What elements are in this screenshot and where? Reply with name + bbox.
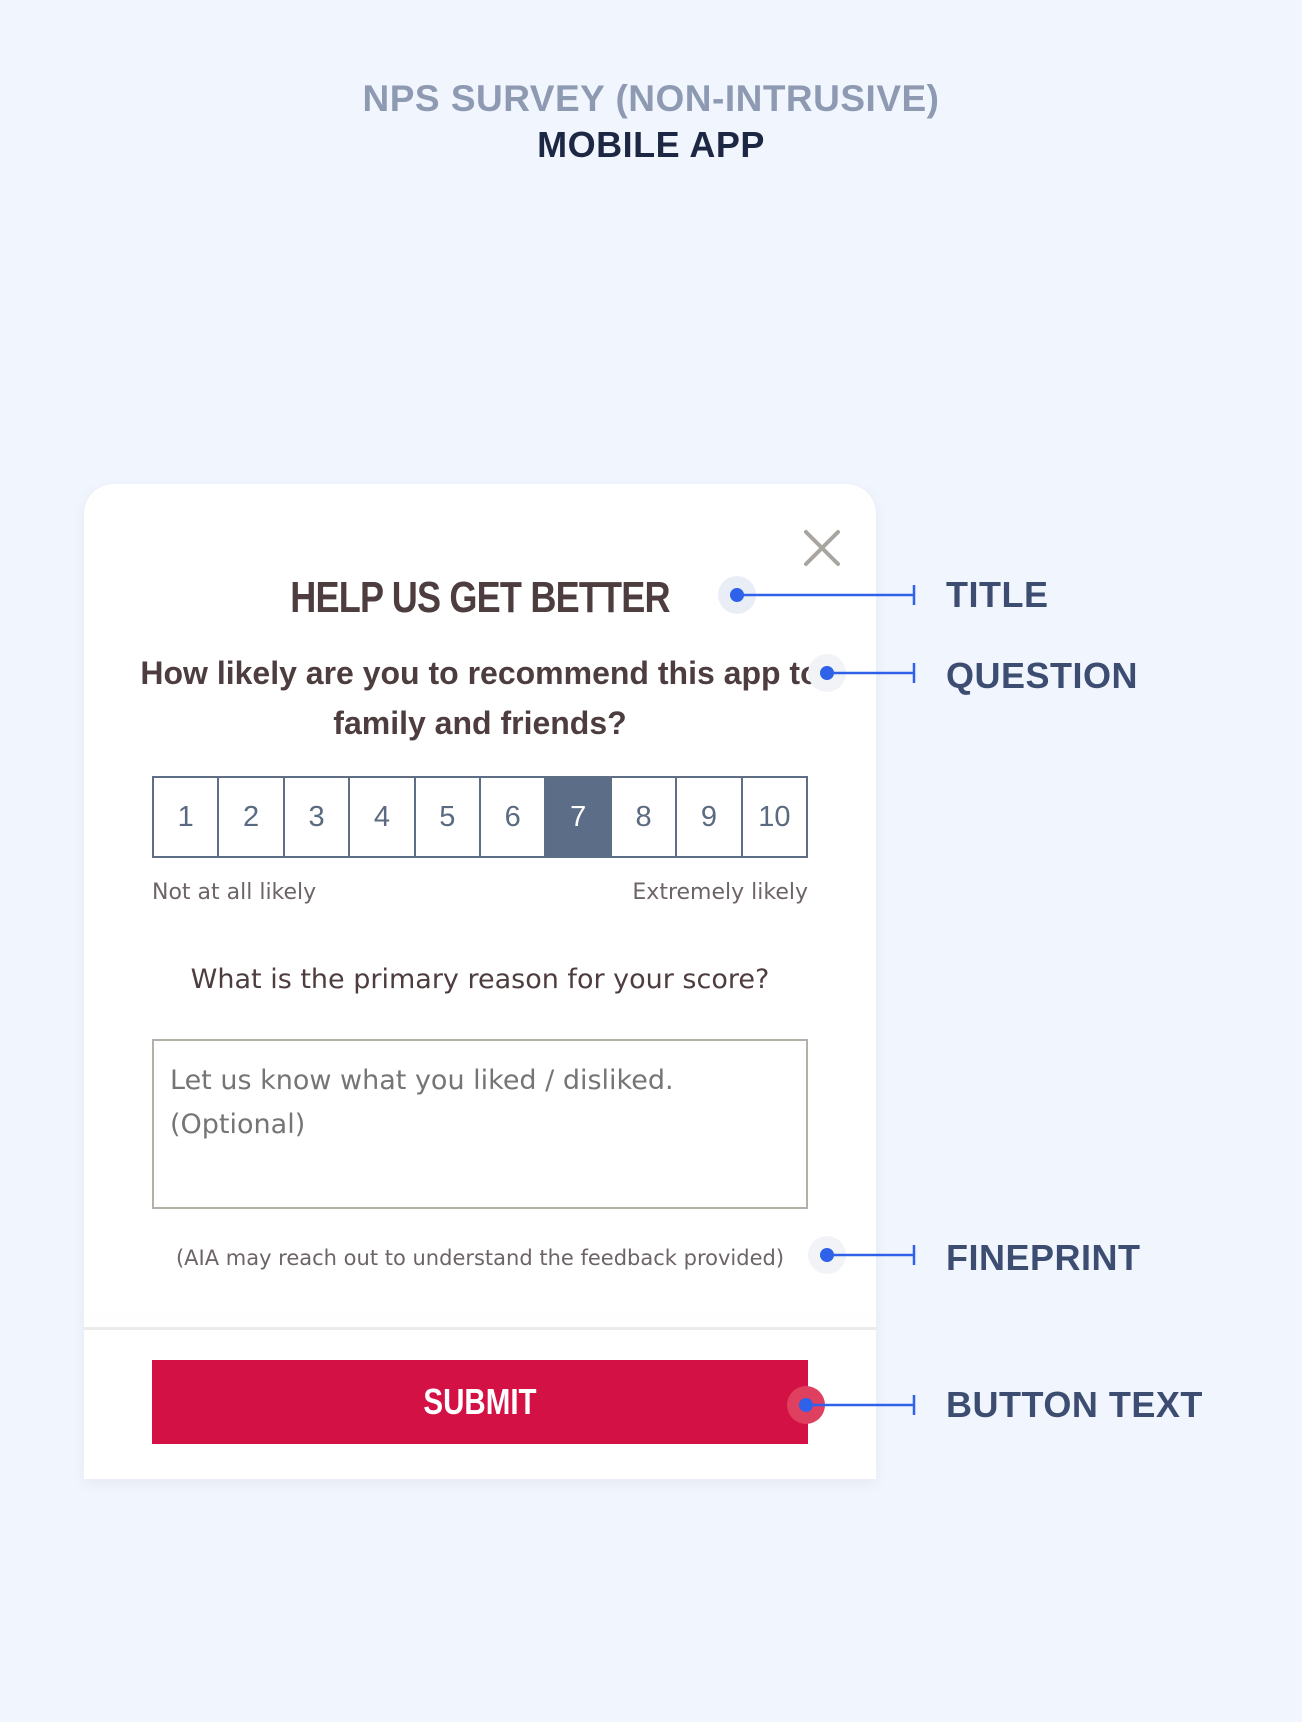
close-icon bbox=[804, 530, 840, 566]
survey-title: HELP US GET BETTER bbox=[290, 573, 670, 622]
scale-option-9[interactable]: 9 bbox=[675, 778, 740, 856]
annotation-question: QUESTION bbox=[946, 655, 1139, 696]
close-button[interactable] bbox=[798, 524, 846, 572]
nps-scale: 1 2 3 4 5 6 7 8 9 10 bbox=[152, 776, 808, 858]
scale-option-8[interactable]: 8 bbox=[609, 778, 675, 856]
scale-option-6[interactable]: 6 bbox=[479, 778, 544, 856]
submit-button[interactable]: SUBMIT bbox=[152, 1360, 808, 1444]
nps-survey-card: HELP US GET BETTER How likely are you to… bbox=[84, 484, 876, 1479]
annotation-button-text: BUTTON TEXT bbox=[946, 1384, 1203, 1425]
page-title: NPS SURVEY (NON-INTRUSIVE) bbox=[362, 78, 940, 119]
scale-max-label: Extremely likely bbox=[632, 880, 808, 905]
feedback-input[interactable] bbox=[152, 1039, 808, 1209]
scale-option-2[interactable]: 2 bbox=[217, 778, 282, 856]
page-header: NPS SURVEY (NON-INTRUSIVE) MOBILE APP bbox=[0, 76, 1302, 168]
annotation-fineprint: FINEPRINT bbox=[946, 1237, 1141, 1278]
survey-question: How likely are you to recommend this app… bbox=[140, 655, 820, 741]
scale-option-3[interactable]: 3 bbox=[282, 778, 348, 856]
scale-option-5[interactable]: 5 bbox=[413, 778, 479, 856]
scale-min-label: Not at all likely bbox=[152, 880, 317, 905]
scale-option-7[interactable]: 7 bbox=[544, 778, 610, 856]
reason-question: What is the primary reason for your scor… bbox=[190, 964, 770, 995]
scale-option-1[interactable]: 1 bbox=[154, 778, 217, 856]
scale-option-4[interactable]: 4 bbox=[348, 778, 413, 856]
scale-option-10[interactable]: 10 bbox=[740, 778, 806, 856]
footer-divider bbox=[84, 1327, 876, 1330]
fineprint: (AIA may reach out to understand the fee… bbox=[175, 1246, 785, 1270]
submit-button-label: SUBMIT bbox=[423, 1381, 537, 1422]
page-subtitle: MOBILE APP bbox=[537, 124, 765, 165]
annotation-title: TITLE bbox=[946, 574, 1049, 615]
